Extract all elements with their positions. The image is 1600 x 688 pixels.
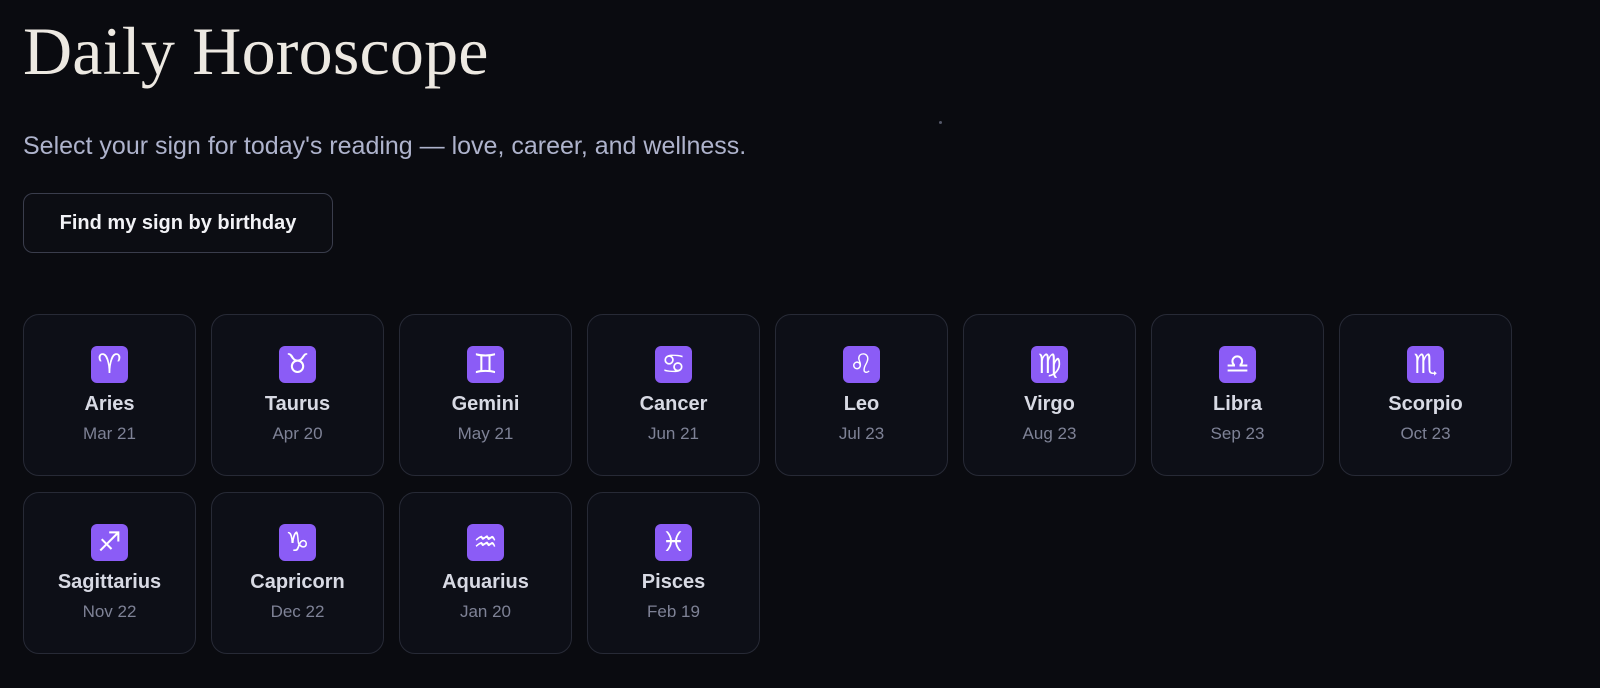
- leo-icon: ♌: [843, 346, 880, 383]
- virgo-icon: ♍: [1031, 346, 1068, 383]
- sign-date: Dec 22: [270, 602, 325, 621]
- zodiac-sign-grid: ♈ Aries Mar 21 ♉ Taurus Apr 20 ♊ Gemini …: [23, 314, 1523, 654]
- background-speck: [939, 121, 942, 124]
- sign-card-aries[interactable]: ♈ Aries Mar 21: [23, 314, 196, 476]
- sign-date: Oct 23: [1400, 424, 1451, 443]
- capricorn-icon: ♑: [279, 524, 316, 561]
- sign-name: Pisces: [641, 571, 706, 593]
- sign-name: Sagittarius: [57, 571, 162, 593]
- sign-card-virgo[interactable]: ♍ Virgo Aug 23: [963, 314, 1136, 476]
- sign-card-capricorn[interactable]: ♑ Capricorn Dec 22: [211, 492, 384, 654]
- pisces-icon: ♓: [655, 524, 692, 561]
- scorpio-icon: ♏: [1407, 346, 1444, 383]
- find-sign-by-birthday-button[interactable]: Find my sign by birthday: [23, 193, 333, 253]
- sign-date: Feb 19: [647, 602, 700, 621]
- sign-date: Mar 21: [83, 424, 136, 443]
- libra-icon: ♎: [1219, 346, 1256, 383]
- page-title: Daily Horoscope: [23, 13, 489, 89]
- sign-card-cancer[interactable]: ♋ Cancer Jun 21: [587, 314, 760, 476]
- sign-date: Nov 22: [82, 602, 137, 621]
- sign-card-leo[interactable]: ♌ Leo Jul 23: [775, 314, 948, 476]
- sign-date: Apr 20: [272, 424, 323, 443]
- gemini-icon: ♊: [467, 346, 504, 383]
- sign-card-gemini[interactable]: ♊ Gemini May 21: [399, 314, 572, 476]
- sign-name: Aquarius: [442, 571, 529, 593]
- sign-name: Scorpio: [1388, 393, 1463, 415]
- sign-date: May 21: [457, 424, 514, 443]
- sign-card-pisces[interactable]: ♓ Pisces Feb 19: [587, 492, 760, 654]
- sign-name: Gemini: [451, 393, 520, 415]
- sign-card-sagittarius[interactable]: ♐ Sagittarius Nov 22: [23, 492, 196, 654]
- sign-name: Leo: [843, 393, 880, 415]
- sign-name: Virgo: [1024, 393, 1075, 415]
- cancer-icon: ♋: [655, 346, 692, 383]
- taurus-icon: ♉: [279, 346, 316, 383]
- sign-card-taurus[interactable]: ♉ Taurus Apr 20: [211, 314, 384, 476]
- sagittarius-icon: ♐: [91, 524, 128, 561]
- aquarius-icon: ♒: [467, 524, 504, 561]
- sign-name: Libra: [1213, 393, 1262, 415]
- page-subtitle: Select your sign for today's reading — l…: [23, 132, 747, 160]
- sign-card-libra[interactable]: ♎ Libra Sep 23: [1151, 314, 1324, 476]
- sign-date: Jan 20: [459, 602, 512, 621]
- horoscope-page: Daily Horoscope Select your sign for tod…: [23, 0, 1600, 688]
- sign-card-scorpio[interactable]: ♏ Scorpio Oct 23: [1339, 314, 1512, 476]
- sign-name: Aries: [84, 393, 135, 415]
- sign-date: Jun 21: [647, 424, 700, 443]
- sign-date: Sep 23: [1210, 424, 1265, 443]
- sign-date: Aug 23: [1022, 424, 1077, 443]
- sign-name: Taurus: [264, 393, 331, 415]
- aries-icon: ♈: [91, 346, 128, 383]
- sign-date: Jul 23: [838, 424, 885, 443]
- sign-card-aquarius[interactable]: ♒ Aquarius Jan 20: [399, 492, 572, 654]
- sign-name: Cancer: [639, 393, 708, 415]
- sign-name: Capricorn: [250, 571, 345, 593]
